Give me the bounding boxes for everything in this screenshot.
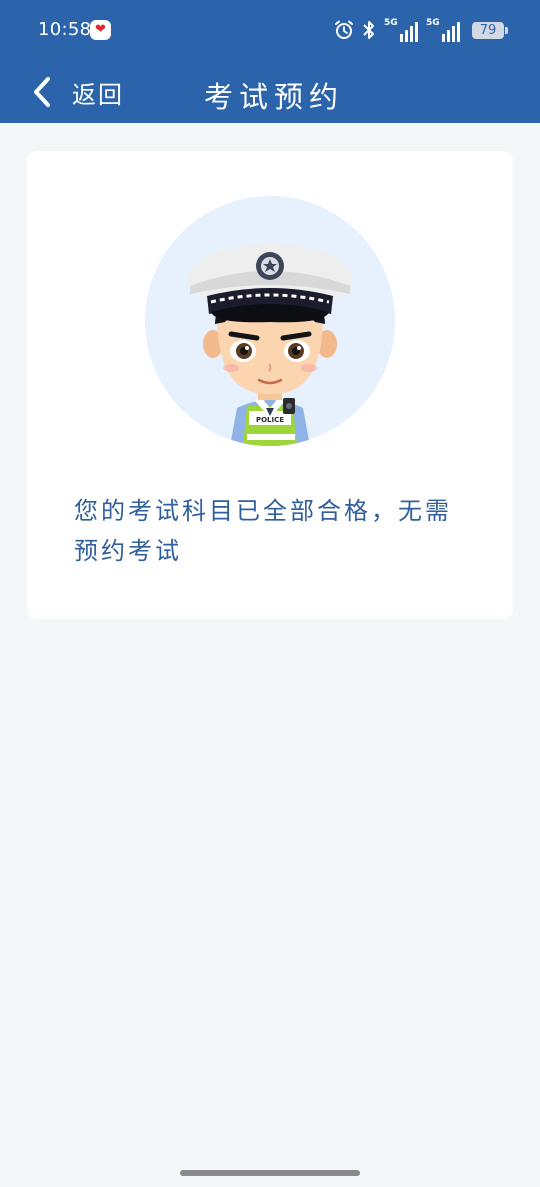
status-time: 10:58: [38, 19, 92, 40]
signal-icon-1: 5G: [384, 18, 418, 42]
result-message: 您的考试科目已全部合格，无需预约考试: [74, 497, 452, 565]
signal-icon-2: 5G: [426, 18, 460, 42]
chevron-left-icon: [34, 77, 50, 107]
police-avatar: POLICE: [145, 196, 395, 446]
status-icons: 5G 5G 79: [334, 16, 508, 44]
bluetooth-icon: [363, 21, 374, 39]
alarm-icon: [335, 20, 353, 39]
back-button[interactable]: 返回: [30, 72, 124, 112]
police-cartoon-illustration: POLICE: [145, 196, 395, 446]
back-label: 返回: [72, 80, 124, 109]
battery-indicator: 79: [472, 21, 508, 39]
result-card: POLICE 您的考试科目已全部合格，无需预约考试: [27, 151, 513, 619]
page-title: 考试预约: [204, 80, 345, 114]
home-indicator[interactable]: [180, 1170, 360, 1176]
app-notification-icon: ❤: [90, 20, 111, 40]
police-badge-label: POLICE: [256, 416, 284, 424]
nav-bar: 返回 考试预约: [0, 60, 540, 123]
header-bar: 10:58 ❤ 5G 5G 79 返回 考试预约: [0, 0, 540, 123]
status-bar: 10:58 ❤ 5G 5G 79: [0, 0, 540, 60]
